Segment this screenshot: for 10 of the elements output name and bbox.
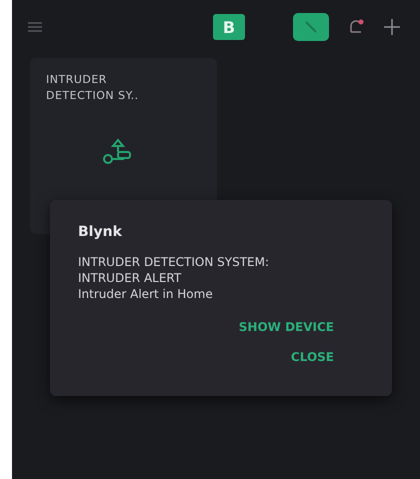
- menu-icon[interactable]: [27, 22, 43, 32]
- message-line: INTRUDER ALERT: [78, 270, 182, 286]
- app-logo: B: [213, 14, 245, 40]
- message-line: Intruder Alert in Home: [78, 286, 214, 302]
- message-line: INTRUDER DETECTION SYSTEM:: [78, 254, 270, 270]
- dialog-button[interactable]: CLOSE: [290, 346, 334, 368]
- network-icon: [102, 138, 134, 166]
- card-title: INTRUDER DETECTION SY..: [46, 72, 140, 104]
- dialog-button[interactable]: SHOW DEVICE: [238, 316, 334, 338]
- add-icon[interactable]: [383, 18, 401, 36]
